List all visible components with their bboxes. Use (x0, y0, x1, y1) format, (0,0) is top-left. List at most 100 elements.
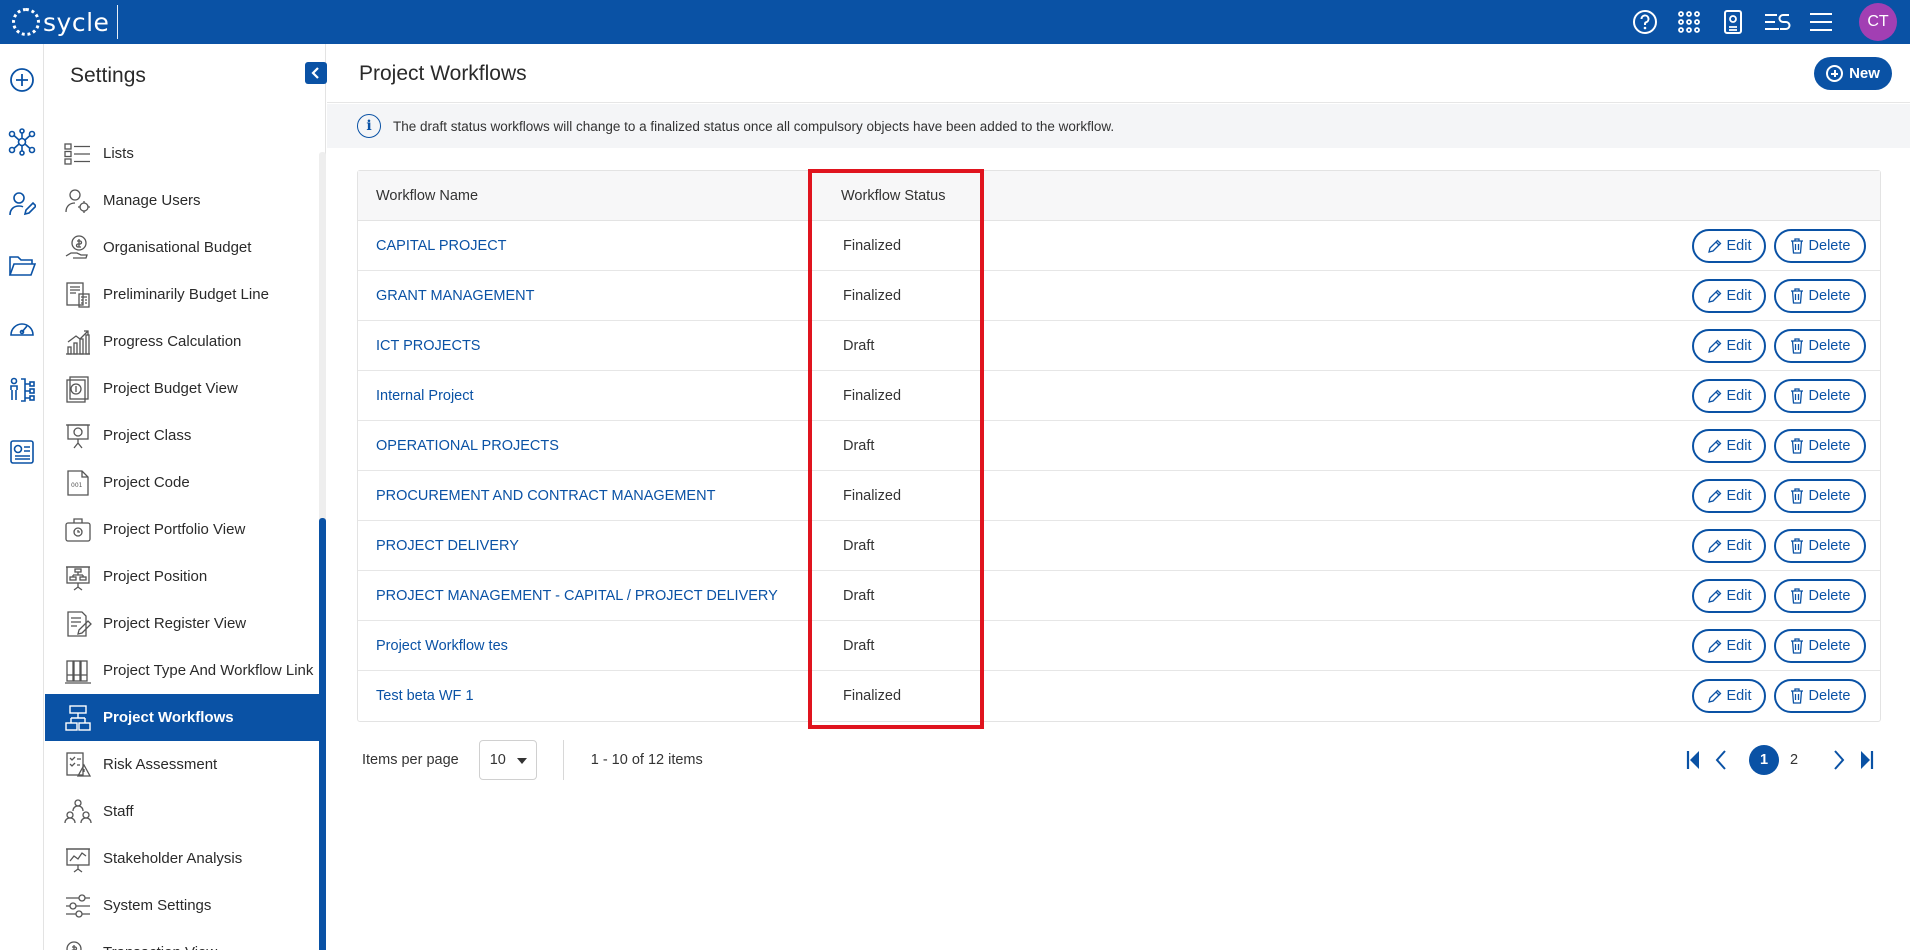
settings-item-project-workflows[interactable]: Project Workflows (45, 694, 319, 741)
delete-button[interactable]: Delete (1774, 479, 1866, 513)
edit-button[interactable]: Edit (1692, 479, 1766, 513)
workflow-name-link[interactable]: GRANT MANAGEMENT (376, 288, 534, 304)
pagination-bar: Items per page 10 1 - 10 of 12 items 12 (357, 736, 1881, 784)
delete-button-label: Delete (1808, 638, 1851, 654)
settings-item-project-position[interactable]: Project Position (45, 553, 319, 600)
delete-button-label: Delete (1808, 488, 1851, 504)
left-rail (0, 44, 44, 950)
user-avatar[interactable]: CT (1859, 3, 1897, 41)
delete-button-label: Delete (1808, 338, 1851, 354)
settings-item-project-budget-view[interactable]: Project Budget View (45, 365, 319, 412)
presentation-icon (63, 421, 93, 451)
settings-item-project-register-view[interactable]: Project Register View (45, 600, 319, 647)
items-per-page-select[interactable]: 10 (478, 740, 537, 780)
edit-button[interactable]: Edit (1692, 579, 1766, 613)
settings-item-label: Manage Users (103, 192, 201, 209)
filter-list-icon[interactable] (1755, 0, 1799, 44)
delete-button[interactable]: Delete (1774, 229, 1866, 263)
collapse-panel-button[interactable] (305, 62, 327, 84)
settings-item-lists[interactable]: Lists (45, 130, 319, 177)
apps-grid-icon[interactable] (1667, 0, 1711, 44)
settings-scrollbar-thumb[interactable] (319, 518, 326, 950)
delete-button[interactable]: Delete (1774, 329, 1866, 363)
workflow-name-link[interactable]: Internal Project (376, 388, 474, 404)
hamburger-menu-icon[interactable] (1799, 0, 1843, 44)
network-icon[interactable] (8, 128, 36, 156)
workflow-name-link[interactable]: PROCUREMENT AND CONTRACT MANAGEMENT (376, 488, 715, 504)
org-chart-icon[interactable] (8, 376, 36, 404)
delete-button[interactable]: Delete (1774, 529, 1866, 563)
delete-button[interactable]: Delete (1774, 679, 1866, 713)
last-page-button[interactable] (1853, 745, 1881, 775)
settings-item-staff[interactable]: Staff (45, 788, 319, 835)
table-row: Test beta WF 1 Finalized Edit Delete (358, 671, 1880, 721)
settings-item-preliminarily-budget-line[interactable]: Preliminarily Budget Line (45, 271, 319, 318)
user-edit-icon[interactable] (8, 190, 36, 218)
delete-button[interactable]: Delete (1774, 279, 1866, 313)
settings-item-label: Stakeholder Analysis (103, 850, 243, 867)
edit-button[interactable]: Edit (1692, 529, 1766, 563)
app-logo[interactable]: sycle (0, 0, 119, 44)
info-text: The draft status workflows will change t… (393, 118, 1115, 134)
workflow-name-link[interactable]: Test beta WF 1 (376, 688, 474, 704)
edit-button-label: Edit (1726, 688, 1752, 704)
workflow-name-link[interactable]: OPERATIONAL PROJECTS (376, 438, 559, 454)
new-workflow-button[interactable]: New (1814, 57, 1892, 90)
edit-button[interactable]: Edit (1692, 279, 1766, 313)
settings-item-label: Progress Calculation (103, 333, 242, 350)
edit-button[interactable]: Edit (1692, 629, 1766, 663)
workflow-name-link[interactable]: ICT PROJECTS (376, 338, 480, 354)
first-page-button[interactable] (1679, 745, 1707, 775)
edit-button[interactable]: Edit (1692, 229, 1766, 263)
bar-growth-icon (63, 327, 93, 357)
workflow-name-link[interactable]: Project Workflow tes (376, 638, 508, 654)
delete-button[interactable]: Delete (1774, 579, 1866, 613)
workflow-name-link[interactable]: CAPITAL PROJECT (376, 238, 507, 254)
report-card-icon[interactable] (8, 438, 36, 466)
dashboard-gauge-icon[interactable] (8, 314, 36, 342)
svg-text:001: 001 (71, 482, 83, 489)
edit-button[interactable]: Edit (1692, 679, 1766, 713)
edit-button[interactable]: Edit (1692, 329, 1766, 363)
column-header-workflow-status[interactable]: Workflow Status (841, 188, 1061, 204)
pencil-icon (1707, 339, 1721, 353)
settings-item-progress-calculation[interactable]: Progress Calculation (45, 318, 319, 365)
page-number-button[interactable]: 1 (1749, 745, 1779, 775)
edit-button[interactable]: Edit (1692, 379, 1766, 413)
workflow-name-cell: ICT PROJECTS (358, 338, 841, 354)
edit-button[interactable]: Edit (1692, 429, 1766, 463)
add-circle-icon[interactable] (8, 66, 36, 94)
delete-button-label: Delete (1808, 538, 1851, 554)
next-page-button[interactable] (1825, 745, 1853, 775)
settings-item-project-code[interactable]: 001 Project Code (45, 459, 319, 506)
settings-item-project-type-and-workflow-link[interactable]: Project Type And Workflow Link (45, 647, 319, 694)
settings-item-stakeholder-analysis[interactable]: Stakeholder Analysis (45, 835, 319, 882)
folder-icon[interactable] (8, 252, 36, 280)
settings-item-risk-assessment[interactable]: Risk Assessment (45, 741, 319, 788)
settings-item-organisational-budget[interactable]: Organisational Budget (45, 224, 319, 271)
settings-item-project-portfolio-view[interactable]: Project Portfolio View (45, 506, 319, 553)
prev-page-button[interactable] (1707, 745, 1735, 775)
delete-button[interactable]: Delete (1774, 379, 1866, 413)
settings-item-manage-users[interactable]: Manage Users (45, 177, 319, 224)
list-icon (63, 139, 93, 169)
row-actions: Edit Delete (1692, 479, 1866, 513)
help-icon[interactable] (1623, 0, 1667, 44)
delete-button[interactable]: Delete (1774, 629, 1866, 663)
workflow-name-link[interactable]: PROJECT MANAGEMENT - CAPITAL / PROJECT D… (376, 588, 778, 604)
settings-item-project-class[interactable]: Project Class (45, 412, 319, 459)
page-number-button[interactable]: 2 (1779, 745, 1809, 775)
register-edit-icon (63, 609, 93, 639)
trash-icon (1790, 538, 1803, 554)
workflow-status-cell: Draft (843, 337, 875, 354)
settings-item-system-settings[interactable]: System Settings (45, 882, 319, 929)
settings-panel: Settings Lists Manage Users Organisational… (45, 44, 327, 950)
pencil-icon (1707, 389, 1721, 403)
workflow-name-link[interactable]: PROJECT DELIVERY (376, 538, 519, 554)
column-header-workflow-name[interactable]: Workflow Name (358, 188, 841, 204)
settings-item-transaction-view[interactable]: Transaction View (45, 929, 319, 950)
delete-button-label: Delete (1808, 438, 1851, 454)
settings-item-label: System Settings (103, 897, 212, 914)
report-icon[interactable] (1711, 0, 1755, 44)
delete-button[interactable]: Delete (1774, 429, 1866, 463)
